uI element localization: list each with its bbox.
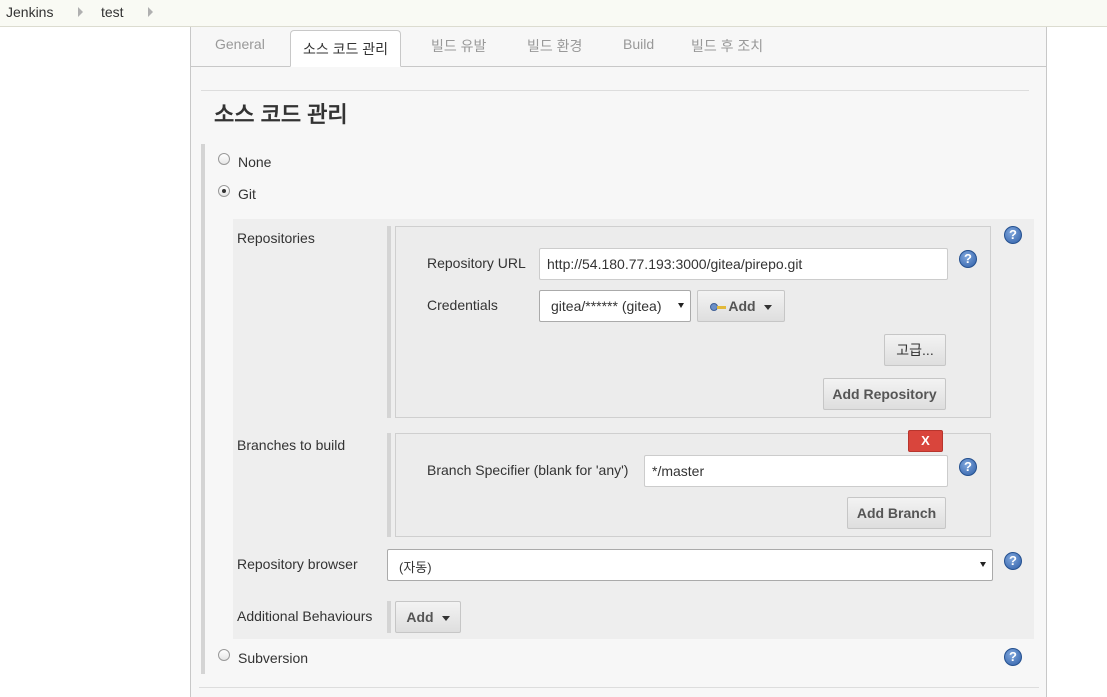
repository-browser-value: (자동) <box>399 560 432 575</box>
breadcrumb-separator-icon[interactable] <box>148 7 153 17</box>
add-credentials-label: Add <box>728 298 756 314</box>
add-behaviour-button[interactable]: Add <box>395 601 461 633</box>
section-bar <box>201 144 205 674</box>
repositories-label: Repositories <box>237 230 315 246</box>
scm-subversion-label: Subversion <box>238 650 309 666</box>
branch-specifier-label: Branch Specifier (blank for 'any') <box>427 462 629 478</box>
caret-down-icon <box>441 615 450 621</box>
add-repository-button[interactable]: Add Repository <box>823 378 946 410</box>
tab-general[interactable]: General <box>215 36 265 52</box>
repository-url-help-icon[interactable]: ? <box>959 250 977 268</box>
additional-behaviours-label: Additional Behaviours <box>237 608 373 624</box>
chevron-down-icon <box>980 562 986 567</box>
scm-none-label: None <box>238 154 272 170</box>
breadcrumb-test[interactable]: test <box>101 4 124 20</box>
divider <box>201 90 1029 91</box>
repository-url-input[interactable] <box>539 248 948 280</box>
add-branch-button[interactable]: Add Branch <box>847 497 946 529</box>
caret-down-icon <box>763 304 772 310</box>
scm-subversion-radio[interactable] <box>218 649 230 661</box>
divider <box>199 687 1039 688</box>
breadcrumb: Jenkins test <box>0 0 1107 27</box>
add-behaviour-label: Add <box>406 609 434 625</box>
tab-build-environment[interactable]: 빌드 환경 <box>527 36 582 56</box>
repositories-bar <box>387 226 391 418</box>
tab-post-build-actions[interactable]: 빌드 후 조치 <box>691 36 763 56</box>
scm-git-label: Git <box>238 186 256 202</box>
advanced-button[interactable]: 고급... <box>884 334 946 366</box>
scm-git-radio[interactable] <box>218 185 230 197</box>
branch-specifier-input[interactable] <box>644 455 948 487</box>
behaviours-bar <box>387 601 391 633</box>
repository-browser-help-icon[interactable]: ? <box>1004 552 1022 570</box>
repositories-help-icon[interactable]: ? <box>1004 226 1022 244</box>
tab-build-triggers[interactable]: 빌드 유발 <box>431 36 486 56</box>
key-icon <box>710 302 727 312</box>
section-title: 소스 코드 관리 <box>214 102 348 127</box>
branch-specifier-help-icon[interactable]: ? <box>959 458 977 476</box>
config-panel: General 소스 코드 관리 빌드 유발 빌드 환경 Build 빌드 후 … <box>190 27 1047 697</box>
breadcrumb-jenkins[interactable]: Jenkins <box>6 4 53 20</box>
subversion-help-icon[interactable]: ? <box>1004 648 1022 666</box>
scm-none-radio[interactable] <box>218 153 230 165</box>
delete-branch-button[interactable]: X <box>908 430 943 452</box>
credentials-select-value: gitea/****** (gitea) <box>551 298 662 314</box>
branches-bar <box>387 433 391 537</box>
credentials-select[interactable]: gitea/****** (gitea) <box>539 290 691 322</box>
repository-url-label: Repository URL <box>427 255 526 271</box>
tab-bar: General 소스 코드 관리 빌드 유발 빌드 환경 Build 빌드 후 … <box>191 27 1046 67</box>
add-credentials-button[interactable]: Add <box>697 290 785 322</box>
branches-to-build-label: Branches to build <box>237 437 346 453</box>
repository-browser-label: Repository browser <box>237 556 358 572</box>
tab-source-code-management[interactable]: 소스 코드 관리 <box>290 30 402 67</box>
credentials-label: Credentials <box>427 297 498 313</box>
tab-build[interactable]: Build <box>623 36 654 52</box>
breadcrumb-separator-icon[interactable] <box>78 7 83 17</box>
repository-browser-select[interactable]: (자동) <box>387 549 993 581</box>
chevron-down-icon <box>678 303 684 308</box>
